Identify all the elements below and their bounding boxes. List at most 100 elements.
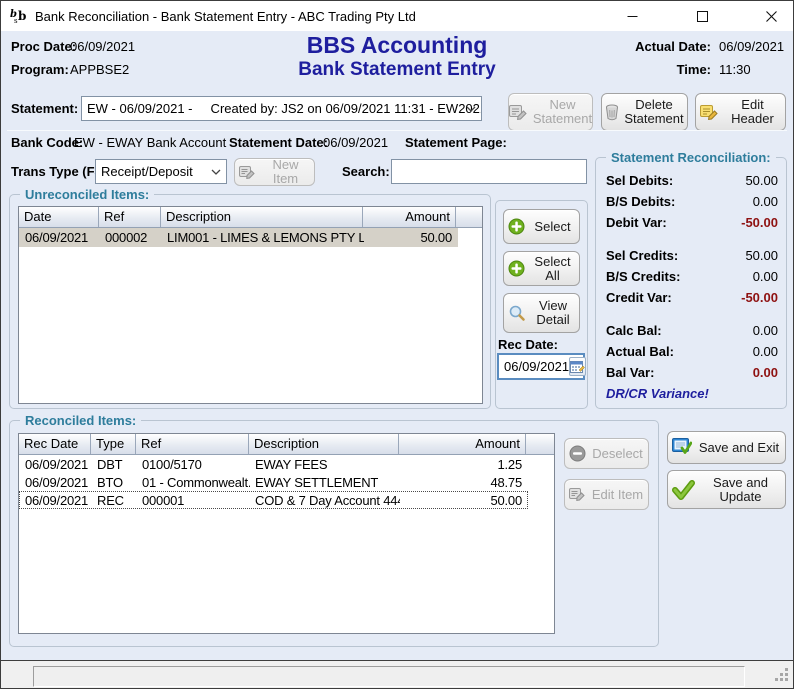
recon-value: 0.00 xyxy=(753,365,778,380)
table-cell: 06/09/2021 xyxy=(20,229,100,246)
table-cell: DBT xyxy=(92,456,137,472)
rec-date-input[interactable]: 06/09/2021 xyxy=(497,353,585,380)
statement-page-label: Statement Page: xyxy=(405,135,507,150)
edit-header-icon xyxy=(700,104,719,121)
recon-label: Actual Bal: xyxy=(606,344,674,359)
title-bar: bsb Bank Reconciliation - Bank Statement… xyxy=(1,1,793,31)
resize-grip[interactable] xyxy=(775,668,789,685)
column-header[interactable]: Description xyxy=(161,207,363,227)
minimize-icon xyxy=(627,11,638,22)
table-cell: 50.00 xyxy=(400,492,527,508)
table-cell: 06/09/2021 xyxy=(20,456,92,472)
save-and-update-button[interactable]: Save and Update xyxy=(667,470,786,509)
statement-combobox-value: EW - 06/09/2021 - Created by: JS2 on 06/… xyxy=(87,101,482,116)
edit-item-button[interactable]: Edit Item xyxy=(564,479,649,510)
recon-value: 50.00 xyxy=(745,248,778,263)
status-panel xyxy=(33,666,745,687)
edit-item-label: Edit Item xyxy=(591,488,644,502)
column-header[interactable]: Date xyxy=(19,207,99,227)
save-and-exit-button[interactable]: Save and Exit xyxy=(667,431,786,464)
column-header[interactable]: Amount xyxy=(399,434,526,454)
table-cell: EWAY SETTLEMENT xyxy=(250,474,400,490)
view-detail-button[interactable]: View Detail xyxy=(503,293,580,333)
edit-header-label: Edit Header xyxy=(724,98,781,126)
maximize-icon xyxy=(697,11,708,22)
screen-title: Bank Statement Entry xyxy=(1,59,793,81)
recon-value: 50.00 xyxy=(745,173,778,188)
save-and-exit-label: Save and Exit xyxy=(697,441,781,455)
column-header[interactable]: Ref xyxy=(99,207,161,227)
calendar-button[interactable] xyxy=(569,357,586,376)
minus-circle-icon xyxy=(569,445,586,462)
recon-gap xyxy=(606,308,778,320)
new-statement-label: New Statement xyxy=(533,98,592,126)
table-row[interactable]: 06/09/2021000002LIM001 - LIMES & LEMONS … xyxy=(19,228,458,247)
edit-header-button[interactable]: Edit Header xyxy=(695,93,786,131)
table-header: DateRefDescriptionAmount xyxy=(19,207,482,228)
table-row[interactable]: 06/09/2021DBT0100/5170EWAY FEES1.25 xyxy=(19,455,528,473)
new-item-icon xyxy=(239,165,256,180)
search-input[interactable] xyxy=(391,159,587,184)
table-cell: 48.75 xyxy=(400,474,527,490)
magnifier-icon xyxy=(508,304,526,322)
recon-label: B/S Debits: xyxy=(606,194,675,209)
table-row[interactable]: 06/09/2021BTO01 - Commonwealt...EWAY SET… xyxy=(19,473,528,491)
select-label: Select xyxy=(530,220,575,234)
recon-row: Sel Credits: 50.00 xyxy=(606,245,778,266)
reconciliation-panel-title: Statement Reconciliation: xyxy=(606,150,776,165)
recon-label: Bal Var: xyxy=(606,365,654,380)
recon-row: Sel Debits:50.00 xyxy=(606,170,778,191)
separator xyxy=(7,130,787,131)
recon-row: B/S Debits:0.00 xyxy=(606,191,778,212)
rec-date-value: 06/09/2021 xyxy=(504,359,569,374)
search-label: Search: xyxy=(342,164,390,179)
deselect-button[interactable]: Deselect xyxy=(564,438,649,469)
recon-row: Actual Bal:0.00 xyxy=(606,341,778,362)
recon-value: 0.00 xyxy=(753,269,778,284)
time-label: Time: xyxy=(677,62,711,77)
unreconciled-group-title: Unreconciled Items: xyxy=(20,187,154,202)
column-header[interactable]: Rec Date xyxy=(19,434,91,454)
select-all-button[interactable]: Select All xyxy=(503,251,580,286)
column-header[interactable]: Type xyxy=(91,434,136,454)
column-header[interactable]: Amount xyxy=(363,207,456,227)
column-header[interactable]: Description xyxy=(249,434,399,454)
reconciliation-panel: Statement Reconciliation: Sel Debits:50.… xyxy=(595,157,787,409)
statement-label: Statement: xyxy=(11,101,78,116)
select-button[interactable]: Select xyxy=(503,209,580,244)
chevron-down-icon xyxy=(466,106,476,112)
statement-date-label: Statement Date: xyxy=(229,135,328,150)
view-detail-label: View Detail xyxy=(531,299,575,327)
bank-code-label: Bank Code: xyxy=(11,135,83,150)
recon-label: Sel Credits: xyxy=(606,248,678,263)
actual-date-value: 06/09/2021 xyxy=(719,39,784,54)
table-cell: 50.00 xyxy=(364,229,457,246)
new-statement-button[interactable]: New Statement xyxy=(508,93,593,131)
green-check-icon xyxy=(672,480,695,500)
table-cell: COD & 7 Day Account 444... xyxy=(250,492,400,508)
trans-type-combobox[interactable]: Receipt/Deposit xyxy=(95,159,227,184)
deselect-label: Deselect xyxy=(591,447,644,461)
delete-statement-button[interactable]: Delete Statement xyxy=(601,93,688,131)
new-statement-icon xyxy=(509,104,528,121)
column-header[interactable]: Ref xyxy=(136,434,249,454)
recon-row: B/S Credits: 0.00 xyxy=(606,266,778,287)
save-and-update-label: Save and Update xyxy=(700,476,781,504)
table-cell: 0100/5170 xyxy=(137,456,250,472)
table-header: Rec DateTypeRefDescriptionAmount xyxy=(19,434,554,455)
recon-label: Debit Var: xyxy=(606,215,667,230)
table-cell: 01 - Commonwealt... xyxy=(137,474,250,490)
statement-combobox[interactable]: EW - 06/09/2021 - Created by: JS2 on 06/… xyxy=(81,96,482,121)
table-cell: 06/09/2021 xyxy=(20,474,92,490)
maximize-button[interactable] xyxy=(679,1,725,31)
recon-label: B/S Credits: xyxy=(606,269,680,284)
table-cell: 000002 xyxy=(100,229,162,246)
new-item-label: New Item xyxy=(261,158,310,186)
new-item-button[interactable]: New Item xyxy=(234,158,315,186)
minimize-button[interactable] xyxy=(609,1,655,31)
close-button[interactable] xyxy=(749,1,794,31)
trans-type-value: Receipt/Deposit xyxy=(101,164,193,179)
table-row[interactable]: 06/09/2021REC000001COD & 7 Day Account 4… xyxy=(19,491,528,509)
reconciliation-rows: Sel Debits:50.00 B/S Debits:0.00 Debit V… xyxy=(606,170,778,401)
table-cell: 000001 xyxy=(137,492,250,508)
